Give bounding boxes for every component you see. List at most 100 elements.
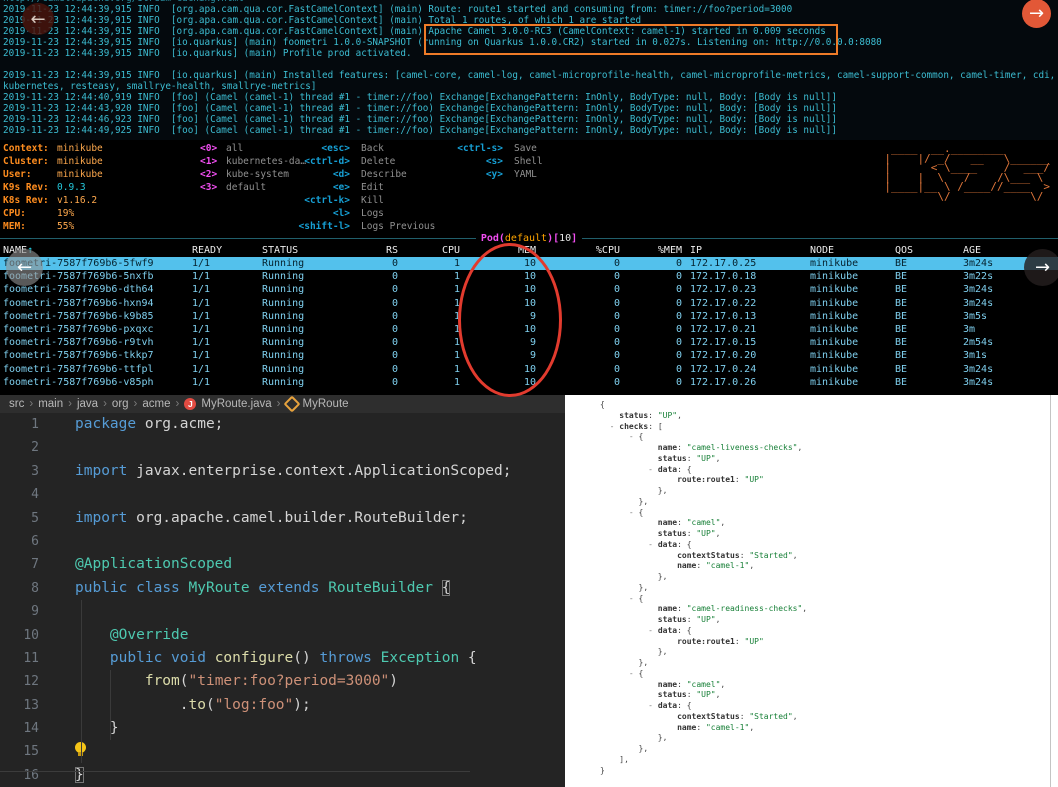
json-token: : [687, 615, 697, 624]
table-cell: 0 [0, 349, 682, 362]
namespace-shortcut[interactable]: <3>default [200, 181, 306, 194]
k9s-panel: Context:minikubeCluster:minikubeUser:min… [0, 140, 1058, 395]
table-row[interactable]: foometri-7587f769b6-v85ph1/1Running01100… [0, 376, 1058, 389]
collapse-toggle[interactable]: - [648, 626, 658, 635]
column-header[interactable]: AGE [963, 244, 981, 257]
table-cell: 172.17.0.15 [690, 336, 756, 349]
nav-back-mid-button[interactable]: ← [6, 249, 43, 286]
breadcrumb: src›main›java›org›acme›JMyRoute.java›MyR… [0, 395, 565, 413]
code-token [319, 580, 328, 596]
column-header[interactable]: NODE [810, 244, 834, 257]
json-token: "UP" [696, 529, 715, 538]
namespace-shortcut[interactable]: <1>kubernetes-da… [200, 155, 306, 168]
table-row[interactable]: foometri-7587f769b6-5fwf91/1Running01100… [0, 257, 1058, 270]
json-token: "camel-readiness-checks" [687, 604, 803, 613]
breadcrumb-item[interactable]: main [38, 398, 63, 410]
breadcrumb-item[interactable]: org [112, 398, 129, 410]
code-line: 5import org.apache.camel.builder.RouteBu… [0, 507, 565, 530]
hotkey-item[interactable]: <e>Edit [294, 181, 435, 194]
hotkey-item[interactable]: <ctrl-s>Save [447, 142, 543, 155]
json-token [600, 551, 677, 560]
hotkey-item[interactable]: <y>YAML [447, 168, 543, 181]
breadcrumb-item[interactable]: acme [142, 398, 170, 410]
nav-next-top-button[interactable]: → [1022, 0, 1051, 28]
table-cell: BE [895, 257, 907, 270]
json-token: status [619, 411, 648, 420]
table-row[interactable]: foometri-7587f769b6-pxqxc1/1Running01100… [0, 323, 1058, 336]
collapse-toggle[interactable]: - [648, 701, 658, 710]
code-token: () [293, 650, 319, 666]
json-token: : [740, 712, 750, 721]
json-token: contextStatus [677, 551, 740, 560]
json-token: } [600, 766, 605, 775]
json-token: : [677, 680, 687, 689]
json-token: name [658, 604, 677, 613]
terminal-log-line: 2019-11-23 12:44:39,915 INFO [io.quarkus… [3, 70, 1058, 81]
hotkey-item[interactable]: <d>Describe [294, 168, 435, 181]
json-token: }, [600, 486, 667, 495]
hotkey-action: Describe [361, 169, 407, 180]
code-token: from [145, 673, 180, 689]
namespace-shortcut[interactable]: <0>all [200, 142, 306, 155]
table-row[interactable]: foometri-7587f769b6-5nxfb1/1Running01100… [0, 270, 1058, 283]
breadcrumb-item[interactable]: MyRoute [303, 398, 349, 410]
breadcrumb-item[interactable]: src [9, 398, 24, 410]
info-label: K8s Rev: [3, 194, 57, 207]
hotkey-key: <e> [294, 181, 350, 194]
hotkey-item[interactable]: <ctrl-k>Kill [294, 194, 435, 207]
namespace-shortcut[interactable]: <2>kube-system [200, 168, 306, 181]
nav-back-top-button[interactable]: ← [22, 3, 54, 35]
code-text [55, 439, 75, 455]
table-cell: minikube [810, 310, 858, 323]
class-symbol-icon [283, 396, 300, 413]
column-header[interactable]: QOS [895, 244, 913, 257]
table-cell: minikube [810, 257, 858, 270]
namespace-key: <0> [200, 142, 226, 155]
scrollbar[interactable] [1050, 395, 1051, 787]
code-line: 4 [0, 483, 565, 506]
json-token: : [735, 475, 745, 484]
json-token: , [749, 723, 754, 732]
collapse-toggle[interactable]: - [629, 669, 639, 678]
hotkey-item[interactable]: <ctrl-d>Delete [294, 155, 435, 168]
json-line: contextStatus: "Started", [600, 551, 1058, 562]
table-cell: 0 [0, 270, 682, 283]
nav-next-mid-button[interactable]: → [1024, 249, 1058, 286]
column-header[interactable]: IP [690, 244, 702, 257]
code-token: } [75, 767, 84, 783]
code-token: RouteBuilder [328, 580, 433, 596]
json-token: { [600, 400, 605, 409]
code-token: @Override [110, 627, 189, 643]
json-token: , [802, 604, 807, 613]
collapse-toggle[interactable]: - [648, 465, 658, 474]
code-text: } [55, 767, 84, 783]
collapse-toggle[interactable]: - [648, 540, 658, 549]
line-number: 3 [0, 460, 55, 483]
hotkey-item[interactable]: <s>Shell [447, 155, 543, 168]
collapse-toggle[interactable]: - [629, 508, 639, 517]
code-line: 10 @Override [0, 624, 565, 647]
table-row[interactable]: foometri-7587f769b6-k9b851/1Running01900… [0, 310, 1058, 323]
code-token: org.acme; [136, 416, 223, 432]
column-header[interactable]: %MEM [0, 244, 682, 257]
json-line: }, [600, 744, 1058, 755]
json-token: { [639, 508, 644, 517]
json-token [600, 540, 648, 549]
json-line: name: "camel", [600, 680, 1058, 691]
hotkey-item[interactable]: <l>Logs [294, 207, 435, 220]
json-token: }, [600, 583, 648, 592]
table-row[interactable]: foometri-7587f769b6-dth641/1Running01100… [0, 283, 1058, 296]
breadcrumb-item[interactable]: MyRoute.java [201, 398, 271, 410]
code-line: 14 } [0, 717, 565, 740]
json-token: : { [677, 465, 691, 474]
breadcrumb-item[interactable]: java [77, 398, 98, 410]
collapse-toggle[interactable]: - [610, 422, 620, 431]
collapse-toggle[interactable]: - [629, 594, 639, 603]
table-row[interactable]: foometri-7587f769b6-r9tvh1/1Running01900… [0, 336, 1058, 349]
table-row[interactable]: foometri-7587f769b6-tkkp71/1Running01900… [0, 349, 1058, 362]
hotkey-item[interactable]: <esc>Back [294, 142, 435, 155]
table-row[interactable]: foometri-7587f769b6-ttfpl1/1Running01100… [0, 363, 1058, 376]
code-line: 6 [0, 530, 565, 553]
table-row[interactable]: foometri-7587f769b6-hxn941/1Running01100… [0, 297, 1058, 310]
collapse-toggle[interactable]: - [629, 432, 639, 441]
